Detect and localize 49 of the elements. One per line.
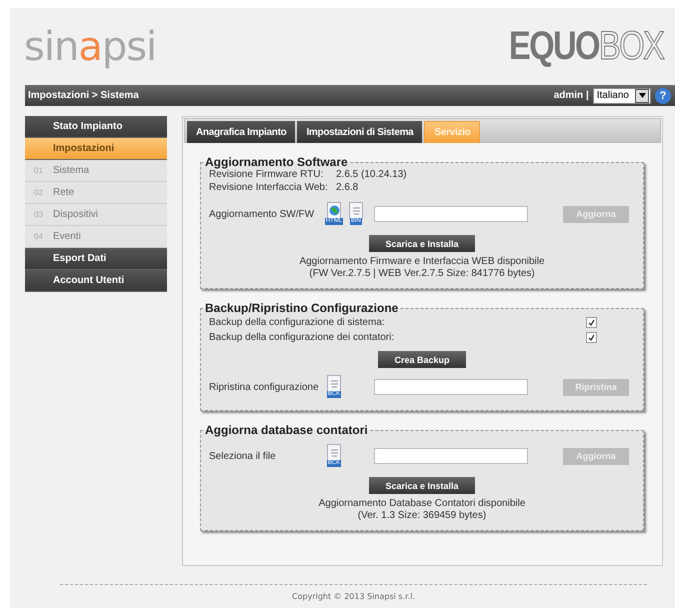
help-button[interactable]: ? [655, 88, 671, 104]
item-number: 01 [34, 166, 44, 175]
section-title: Aggiorna database contatori [204, 423, 369, 437]
field-label: Aggiornamento SW/FW [209, 208, 316, 220]
section-title: Aggiornamento Software [204, 155, 349, 169]
file-field[interactable] [374, 379, 528, 395]
item-number: 04 [34, 232, 44, 241]
tab[interactable]: Impostazioni di Sistema [297, 121, 422, 143]
checkbox-label: Backup della configurazione di sistema: [209, 317, 385, 328]
field-value: 2.6.5 (10.24.13) [336, 169, 407, 182]
field-label: Ripristina configurazione [209, 382, 320, 392]
section-title: Backup/Ripristino Configurazione [204, 301, 400, 315]
copyright-text: Copyright © 2013 Sinapsi s.r.l. [292, 592, 415, 601]
user-name: admin | [554, 90, 589, 101]
item-label: Dispositivi [53, 209, 98, 220]
field-label: Revisione Firmware RTU: [209, 169, 324, 182]
status-note: (Ver. 1.3 Size: 369459 bytes) [356, 510, 488, 522]
field-label: Revisione Interfaccia Web: [209, 182, 329, 195]
checkbox[interactable] [586, 332, 597, 343]
brand-logo: sinapsi [24, 24, 156, 70]
sidebar-item[interactable]: 03 Dispositivi [25, 204, 167, 226]
field-label: Seleziona il file [209, 450, 277, 462]
sidebar-item[interactable]: 04 Eventi [25, 226, 167, 248]
item-label: Eventi [53, 231, 81, 242]
breadcrumb: Impostazioni > Sistema [28, 90, 139, 101]
item-label: Sistema [53, 165, 90, 176]
item-number: 02 [34, 188, 44, 197]
status-note: Aggiornamento Firmware e Interfaccia WEB disponibile [298, 256, 546, 268]
checkbox-label: Backup della configurazione dei contatori: [209, 332, 394, 343]
sidebar-item[interactable]: Impostazioni [25, 138, 167, 160]
sidebar-item[interactable]: 01 Sistema [25, 160, 167, 182]
field-value: 2.6.8 [336, 182, 358, 195]
item-number: 03 [34, 210, 44, 219]
action-button[interactable]: Crea Backup [378, 351, 466, 368]
sidebar-item[interactable]: Esport Dati [25, 248, 167, 270]
item-label: Rete [53, 187, 74, 198]
checkbox[interactable] [586, 317, 597, 328]
sidebar-item[interactable]: Stato Impianto [25, 116, 167, 138]
product-logo: EQUOBOX [508, 24, 663, 69]
language-select[interactable]: Italiano [592, 88, 651, 104]
action-button[interactable]: Scarica e Installa [369, 235, 475, 252]
tab[interactable]: Anagrafica Impianto [187, 121, 296, 143]
sidebar-item[interactable]: Account Utenti [25, 270, 167, 292]
file-field[interactable] [374, 448, 528, 464]
status-note: Aggiornamento Database Contatori disponibile [318, 498, 526, 510]
status-note: (FW Ver.2.7.5 | WEB Ver.2.7.5 Size: 841776 bytes) [308, 268, 536, 280]
action-button[interactable]: Scarica e Installa [369, 477, 475, 494]
sidebar-item[interactable]: 02 Rete [25, 182, 167, 204]
file-field[interactable] [374, 206, 528, 222]
